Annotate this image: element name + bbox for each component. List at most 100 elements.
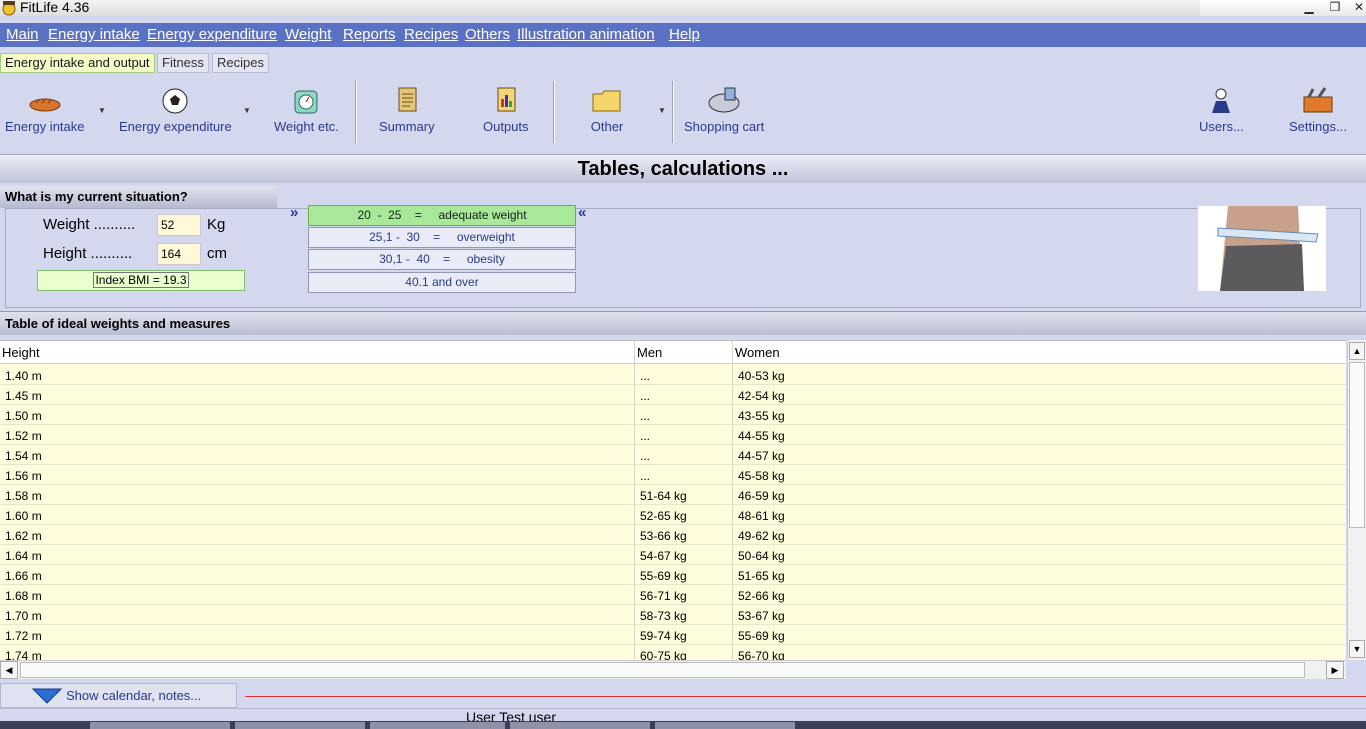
- cell-height: 1.74 m: [5, 649, 42, 660]
- settings-button[interactable]: Settings...: [1289, 85, 1347, 134]
- menu-weight[interactable]: Weight: [285, 26, 331, 43]
- table-row[interactable]: 1.66 m 55-69 kg 51-65 kg: [0, 565, 1346, 585]
- taskbar-item[interactable]: [235, 722, 365, 729]
- taskbar-item[interactable]: [655, 722, 795, 729]
- cell-men: 51-64 kg: [640, 489, 687, 503]
- table-row[interactable]: 1.45 m... 42-54 kg: [0, 385, 1346, 405]
- cell-men: 54-67 kg: [640, 549, 687, 563]
- scroll-down-icon[interactable]: ▼: [1349, 640, 1365, 658]
- cell-men: 53-66 kg: [640, 529, 687, 543]
- vertical-scrollbar[interactable]: ▲ ▼: [1347, 340, 1366, 660]
- table-row[interactable]: 1.54 m... 44-57 kg: [0, 445, 1346, 465]
- cell-men: 56-71 kg: [640, 589, 687, 603]
- scroll-right-icon[interactable]: ▶: [1326, 661, 1344, 679]
- cell-men: ...: [640, 449, 651, 463]
- menu-illustration-animation[interactable]: Illustration animation: [517, 26, 655, 43]
- table-row[interactable]: 1.50 m... 43-55 kg: [0, 405, 1346, 425]
- energy-expenditure-dropdown-icon[interactable]: ▼: [243, 106, 251, 115]
- table-row[interactable]: 1.74 m 60-75 kg 56-70 kg: [0, 645, 1346, 660]
- taskbar-item[interactable]: [510, 722, 650, 729]
- other-label: Other: [590, 119, 624, 134]
- cell-men: 60-75 kg: [640, 649, 687, 660]
- menu-energy-expenditure[interactable]: Energy expenditure: [147, 26, 277, 43]
- ideal-weights-table: Height Men Women 1.40 m... 40-53 kg 1.45 …: [0, 340, 1346, 660]
- close-button[interactable]: ✕: [1348, 0, 1366, 16]
- menu-main[interactable]: Main: [6, 26, 39, 43]
- menu-help[interactable]: Help: [669, 26, 700, 43]
- range-left-arrow: »: [290, 204, 299, 221]
- bmi-range-obesity[interactable]: 30,1 - 40 = obesity: [308, 249, 576, 270]
- table-row[interactable]: 1.58 m 51-64 kg 46-59 kg: [0, 485, 1346, 505]
- bmi-result[interactable]: Index BMI = 19.3: [37, 270, 245, 291]
- horizontal-scrollbar[interactable]: ◀ ▶: [0, 660, 1346, 679]
- taskbar-item[interactable]: [370, 722, 505, 729]
- energy-expenditure-label: Energy expenditure: [119, 119, 232, 134]
- cell-men: ...: [640, 409, 651, 423]
- summary-button[interactable]: Summary: [379, 85, 435, 134]
- table-row[interactable]: 1.72 m 59-74 kg 55-69 kg: [0, 625, 1346, 645]
- table-row[interactable]: 1.40 m... 40-53 kg: [0, 365, 1346, 385]
- tab-energy-intake-output[interactable]: Energy intake and output: [0, 53, 155, 73]
- weight-input[interactable]: 52: [157, 214, 201, 236]
- outputs-button[interactable]: Outputs: [483, 85, 529, 134]
- tab-recipes[interactable]: Recipes: [212, 53, 269, 73]
- height-input[interactable]: 164: [157, 243, 201, 265]
- cell-women: 55-69 kg: [738, 629, 785, 643]
- menu-others[interactable]: Others: [465, 26, 510, 43]
- energy-expenditure-button[interactable]: Energy expenditure: [119, 85, 232, 134]
- situation-header: What is my current situation?: [0, 186, 277, 208]
- scroll-left-icon[interactable]: ◀: [0, 661, 18, 679]
- cell-men: 55-69 kg: [640, 569, 687, 583]
- cell-men: 59-74 kg: [640, 629, 687, 643]
- energy-intake-dropdown-icon[interactable]: ▼: [98, 106, 106, 115]
- table-row[interactable]: 1.62 m 53-66 kg 49-62 kg: [0, 525, 1346, 545]
- bmi-range-adequate[interactable]: 20 - 25 = adequate weight: [308, 205, 576, 226]
- table-row[interactable]: 1.68 m 56-71 kg 52-66 kg: [0, 585, 1346, 605]
- column-header-women[interactable]: Women: [735, 345, 780, 360]
- bmi-range-overweight[interactable]: 25,1 - 30 = overweight: [308, 227, 576, 248]
- menu-reports[interactable]: Reports: [343, 26, 396, 43]
- section-title: Tables, calculations ...: [577, 158, 789, 180]
- outputs-chart-icon: [497, 87, 516, 112]
- restore-button[interactable]: ❐: [1324, 0, 1346, 16]
- table-row[interactable]: 1.70 m 58-73 kg 53-67 kg: [0, 605, 1346, 625]
- table-row[interactable]: 1.60 m 52-65 kg 48-61 kg: [0, 505, 1346, 525]
- weight-button[interactable]: Weight etc.: [274, 85, 339, 134]
- column-header-height[interactable]: Height: [2, 345, 40, 360]
- arrow-down-icon: [31, 688, 63, 704]
- bmi-range-over-40[interactable]: 40.1 and over: [308, 272, 576, 293]
- section-header: Tables, calculations ...: [0, 154, 1366, 183]
- soccer-ball-icon: [162, 88, 188, 114]
- menu-recipes[interactable]: Recipes: [404, 26, 458, 43]
- users-icon: [1212, 88, 1231, 113]
- minimize-button[interactable]: ▁: [1298, 0, 1320, 16]
- cell-height: 1.70 m: [5, 609, 42, 623]
- table-row[interactable]: 1.52 m... 44-55 kg: [0, 425, 1346, 445]
- table-row[interactable]: 1.64 m 54-67 kg 50-64 kg: [0, 545, 1346, 565]
- cell-height: 1.56 m: [5, 469, 42, 483]
- app-icon: [2, 1, 16, 16]
- users-button[interactable]: Users...: [1199, 85, 1244, 134]
- cell-women: 44-57 kg: [738, 449, 785, 463]
- energy-intake-button[interactable]: Energy intake: [5, 85, 85, 134]
- menu-energy-intake[interactable]: Energy intake: [48, 26, 140, 43]
- cell-men: 52-65 kg: [640, 509, 687, 523]
- scroll-up-icon[interactable]: ▲: [1349, 342, 1365, 360]
- table-row[interactable]: 1.56 m... 45-58 kg: [0, 465, 1346, 485]
- cell-women: 43-55 kg: [738, 409, 785, 423]
- shopping-cart-button[interactable]: Shopping cart: [684, 85, 764, 134]
- other-button[interactable]: Other: [590, 85, 624, 134]
- other-dropdown-icon[interactable]: ▼: [658, 106, 666, 115]
- show-calendar-button[interactable]: Show calendar, notes...: [0, 683, 237, 708]
- toolbar-separator: [355, 81, 357, 143]
- taskbar-item[interactable]: [90, 722, 230, 729]
- shopping-cart-icon: [708, 87, 740, 113]
- horizontal-scroll-thumb[interactable]: [20, 662, 1305, 678]
- vertical-scroll-thumb[interactable]: [1349, 362, 1365, 528]
- weight-label: Weight etc.: [274, 119, 339, 134]
- taskbar: [0, 721, 1366, 729]
- tab-fitness[interactable]: Fitness: [157, 53, 209, 73]
- column-header-men[interactable]: Men: [637, 345, 662, 360]
- bottom-bar: Show calendar, notes...: [0, 683, 1366, 708]
- cell-women: 53-67 kg: [738, 609, 785, 623]
